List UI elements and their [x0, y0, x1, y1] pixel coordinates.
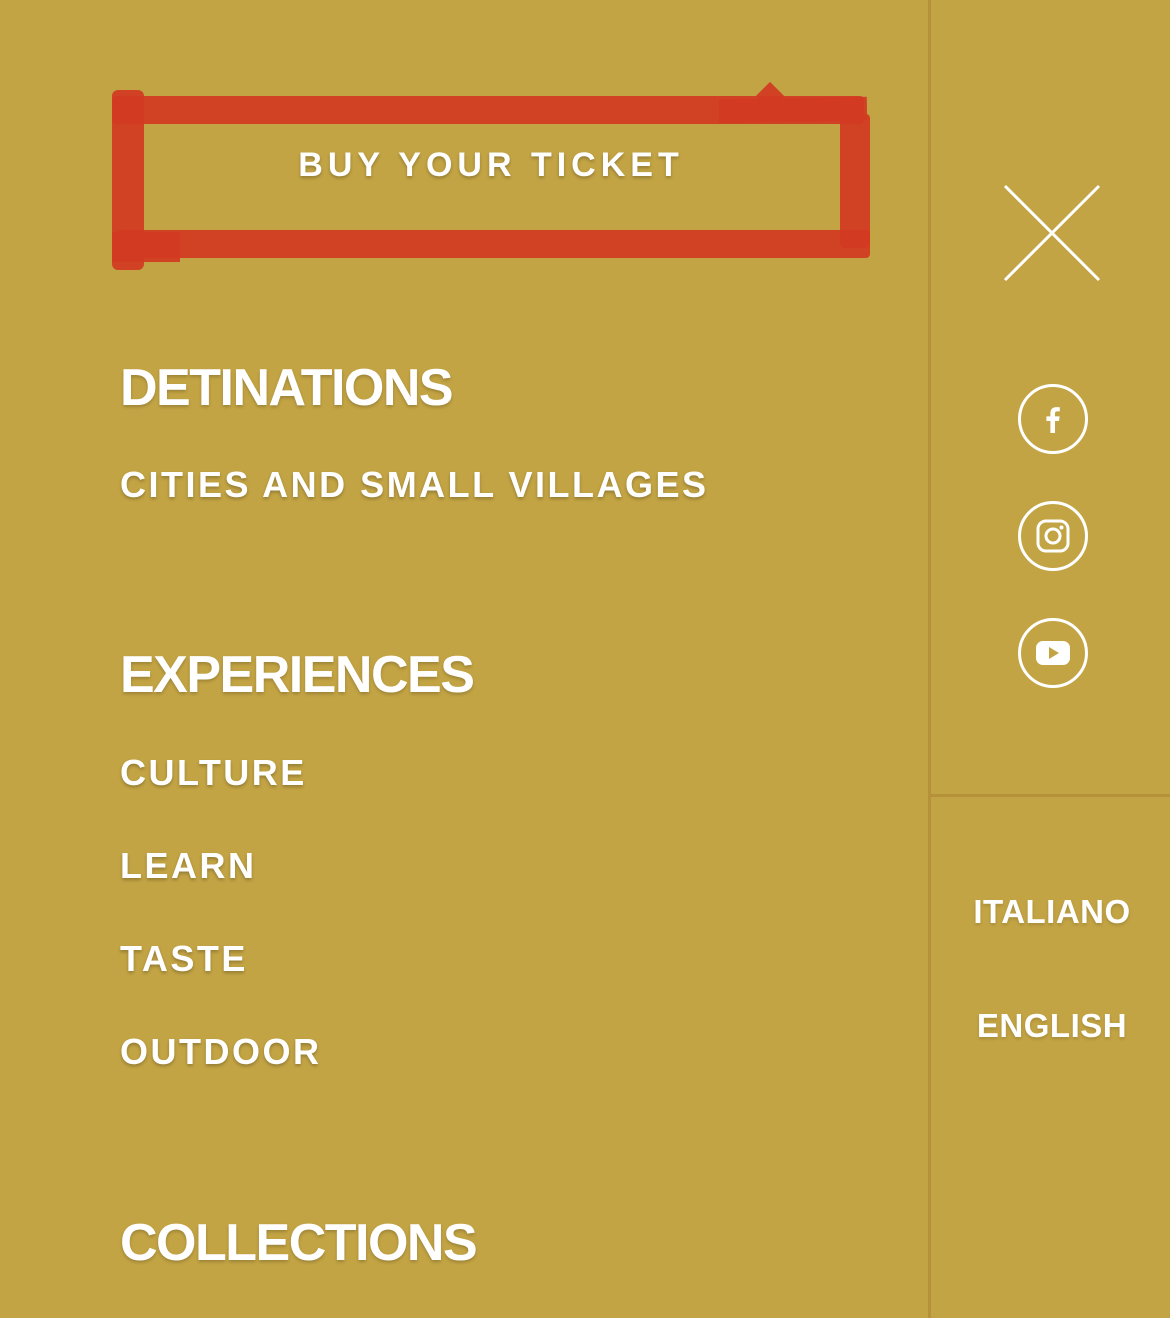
- menu-item-taste[interactable]: TASTE: [120, 938, 248, 980]
- language-english[interactable]: ENGLISH: [931, 1007, 1170, 1045]
- highlight-stroke: [112, 232, 180, 262]
- instagram-button[interactable]: [1018, 501, 1088, 571]
- side-divider: [931, 794, 1170, 797]
- youtube-button[interactable]: [1018, 618, 1088, 688]
- side-panel: ITALIANO ENGLISH: [928, 0, 1170, 1318]
- instagram-icon: [1036, 519, 1070, 553]
- highlight-stroke: [840, 114, 870, 248]
- language-italiano[interactable]: ITALIANO: [931, 893, 1170, 931]
- ticket-highlight: BUY YOUR TICKET: [112, 81, 872, 272]
- buy-ticket-button[interactable]: BUY YOUR TICKET: [142, 112, 840, 218]
- menu-item-culture[interactable]: CULTURE: [120, 752, 307, 794]
- menu-item-cities-villages[interactable]: CITIES AND SMALL VILLAGES: [120, 464, 709, 506]
- highlight-stroke: [116, 230, 870, 258]
- menu-item-learn[interactable]: LEARN: [120, 845, 257, 887]
- section-title-experiences: EXPERIENCES: [120, 646, 475, 704]
- facebook-button[interactable]: [1018, 384, 1088, 454]
- section-title-destinations: DETINATIONS: [120, 359, 454, 417]
- close-button[interactable]: [1003, 184, 1101, 282]
- main-menu-panel: BUY YOUR TICKET DETINATIONS CITIES AND S…: [0, 0, 928, 1318]
- youtube-icon: [1036, 641, 1070, 665]
- menu-item-outdoor[interactable]: OUTDOOR: [120, 1031, 322, 1073]
- close-icon: [1003, 184, 1101, 282]
- facebook-icon: [1046, 407, 1060, 433]
- section-title-collections: COLLECTIONS: [120, 1214, 478, 1272]
